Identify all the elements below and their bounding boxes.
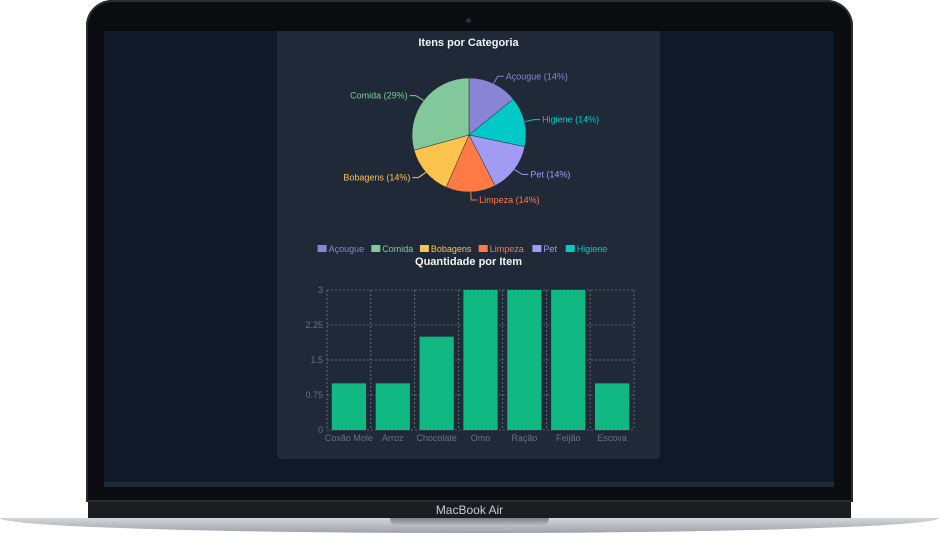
legend-item[interactable]: Comida xyxy=(382,244,413,254)
bar-chocolate[interactable] xyxy=(419,336,454,430)
pie-legend: Açougue Comida Bobagens Limpeza Pet Higiene xyxy=(317,244,608,254)
pie-label-line xyxy=(470,191,478,201)
pie-slice-label: Limpeza (14%) xyxy=(479,195,540,205)
x-tick-label: Feijão xyxy=(556,433,581,443)
bar-omo[interactable] xyxy=(463,290,498,430)
dashboard-card: Itens por Categoria Açougue (14%) Higiene… xyxy=(277,31,660,459)
screen-bottom-bar xyxy=(104,482,834,487)
bar-chart: 0 0.75 1.5 2.25 3 Coxão Mole Arroz Chocolate Omo… xyxy=(305,285,635,443)
bar-chart-title: Quantidade por Item xyxy=(415,256,522,268)
legend-item[interactable]: Higiene xyxy=(577,244,608,254)
x-tick-label: Omo xyxy=(471,433,491,443)
laptop-screen: Itens por Categoria Açougue (14%) Higiene… xyxy=(104,31,834,487)
legend-item[interactable]: Açougue xyxy=(329,244,365,254)
pie-chart-title: Itens por Categoria xyxy=(418,37,519,49)
y-tick-label: 0.75 xyxy=(305,390,323,400)
x-tick-label: Escova xyxy=(597,433,627,443)
bar-ração[interactable] xyxy=(507,290,542,430)
legend-item[interactable]: Pet xyxy=(543,244,557,254)
legend-swatch xyxy=(532,245,542,252)
pie-slice-label: Comida (29%) xyxy=(350,91,408,101)
laptop-base-notch xyxy=(390,518,549,526)
bar-coxão-mole[interactable] xyxy=(331,383,367,430)
y-tick-label: 2.25 xyxy=(305,320,323,330)
x-tick-label: Coxão Mole xyxy=(325,433,373,443)
y-tick-label: 3 xyxy=(318,285,323,295)
pie-slice-label: Açougue (14%) xyxy=(506,71,568,81)
legend-item[interactable]: Limpeza xyxy=(490,244,524,254)
x-tick-label: Arroz xyxy=(382,433,404,443)
legend-swatch xyxy=(478,245,488,252)
pie-label-line xyxy=(493,75,504,84)
brand-label: MacBook Air xyxy=(435,503,504,517)
pie-label-line xyxy=(524,119,541,123)
pie-chart: Açougue (14%) Higiene (14%) Pet (14%) Limpe… xyxy=(317,71,608,254)
laptop-base: MacBook Air xyxy=(0,502,939,539)
pie-slice-label: Bobagens (14%) xyxy=(343,173,410,183)
laptop-mockup: Itens por Categoria Açougue (14%) Higiene… xyxy=(0,0,939,539)
pie-label-line xyxy=(412,171,427,179)
x-tick-label: Chocolate xyxy=(416,433,457,443)
legend-swatch xyxy=(419,245,429,252)
pie-slice-label: Higiene (14%) xyxy=(542,115,599,125)
legend-item[interactable]: Bobagens xyxy=(431,244,472,254)
bar-feijão[interactable] xyxy=(551,290,586,430)
legend-swatch xyxy=(371,245,381,252)
legend-swatch xyxy=(565,245,575,252)
y-tick-label: 1.5 xyxy=(310,355,323,365)
bar-arroz[interactable] xyxy=(375,383,410,430)
bar-escova[interactable] xyxy=(594,383,630,430)
camera-icon xyxy=(466,18,471,23)
x-tick-label: Ração xyxy=(511,433,537,443)
pie-label-line xyxy=(514,169,529,175)
legend-swatch xyxy=(317,245,327,252)
pie-label-line xyxy=(409,95,424,101)
y-tick-label: 0 xyxy=(318,425,323,435)
pie-slice-label: Pet (14%) xyxy=(530,169,570,179)
